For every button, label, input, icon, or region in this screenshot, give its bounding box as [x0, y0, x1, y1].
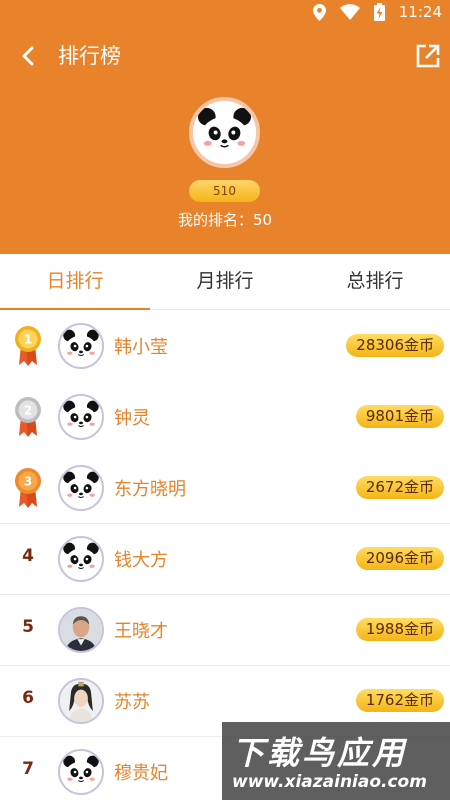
panda-avatar-icon	[193, 101, 256, 164]
coin-badge: 1762金币	[355, 689, 444, 712]
panda-avatar-icon	[60, 751, 102, 793]
watermark-url: www.xiazainiao.com	[232, 772, 427, 792]
panda-avatar-icon	[60, 467, 102, 509]
ranking-tabs: 日排行 月排行 总排行	[0, 254, 450, 310]
tab-total[interactable]: 总排行	[300, 254, 450, 310]
user-name: 苏苏	[114, 692, 150, 713]
header-banner: 11:24 排行榜 510 我的排名：50	[0, 0, 450, 254]
coin-badge: 2672金币	[355, 476, 444, 499]
svg-text:1: 1	[24, 333, 32, 347]
page-title: 排行榜	[58, 44, 121, 68]
back-arrow-icon[interactable]	[14, 42, 42, 70]
status-bar: 11:24	[0, 0, 450, 24]
user-name: 钟灵	[114, 408, 150, 429]
list-item[interactable]: 2 钟灵 9801金币	[0, 382, 450, 453]
my-score-badge: 510	[189, 180, 260, 202]
avatar	[58, 607, 104, 653]
avatar	[58, 465, 104, 511]
user-name: 韩小莹	[114, 337, 168, 358]
user-name: 王晓才	[114, 621, 168, 642]
list-item[interactable]: 5 王晓才 1988金币	[0, 595, 450, 666]
avatar	[58, 536, 104, 582]
avatar	[58, 678, 104, 724]
battery-charging-icon	[373, 3, 385, 21]
costume-photo-avatar-icon	[60, 680, 102, 722]
rank-number: 4	[22, 546, 34, 566]
user-name: 东方晓明	[114, 479, 186, 500]
my-rank-text: 我的排名：50	[177, 211, 273, 229]
list-item[interactable]: 4 钱大方 2096金币	[0, 524, 450, 595]
watermark: 下载鸟应用 www.xiazainiao.com	[222, 722, 450, 800]
panda-avatar-icon	[60, 538, 102, 580]
rank-number: 7	[22, 759, 34, 779]
location-icon	[312, 3, 326, 21]
svg-text:3: 3	[24, 475, 32, 489]
avatar	[58, 394, 104, 440]
man-photo-avatar-icon	[60, 609, 102, 651]
rank-number: 6	[22, 688, 34, 708]
avatar	[58, 749, 104, 795]
coin-badge: 2096金币	[355, 547, 444, 570]
silver-medal-icon: 2	[15, 397, 41, 437]
watermark-title: 下载鸟应用	[232, 734, 408, 772]
tab-daily[interactable]: 日排行	[0, 254, 150, 310]
coin-badge: 9801金币	[355, 405, 444, 428]
avatar	[58, 323, 104, 369]
status-time: 11:24	[398, 3, 442, 21]
coin-badge: 1988金币	[355, 618, 444, 641]
wifi-icon	[339, 4, 360, 20]
bronze-medal-icon: 3	[15, 468, 41, 508]
panda-avatar-icon	[60, 325, 102, 367]
svg-text:2: 2	[24, 404, 32, 418]
user-name: 穆贵妃	[114, 763, 168, 784]
gold-medal-icon: 1	[15, 326, 41, 366]
list-item[interactable]: 1 韩小莹 28306金币	[0, 311, 450, 382]
user-name: 钱大方	[114, 550, 168, 571]
tab-monthly[interactable]: 月排行	[150, 254, 300, 310]
tab-indicator	[0, 308, 150, 310]
share-icon[interactable]	[414, 42, 442, 70]
nav-bar: 排行榜	[0, 30, 450, 80]
rank-number: 5	[22, 617, 34, 637]
my-avatar[interactable]	[189, 97, 260, 168]
panda-avatar-icon	[60, 396, 102, 438]
coin-badge: 28306金币	[346, 334, 444, 357]
list-item[interactable]: 3 东方晓明 2672金币	[0, 453, 450, 524]
